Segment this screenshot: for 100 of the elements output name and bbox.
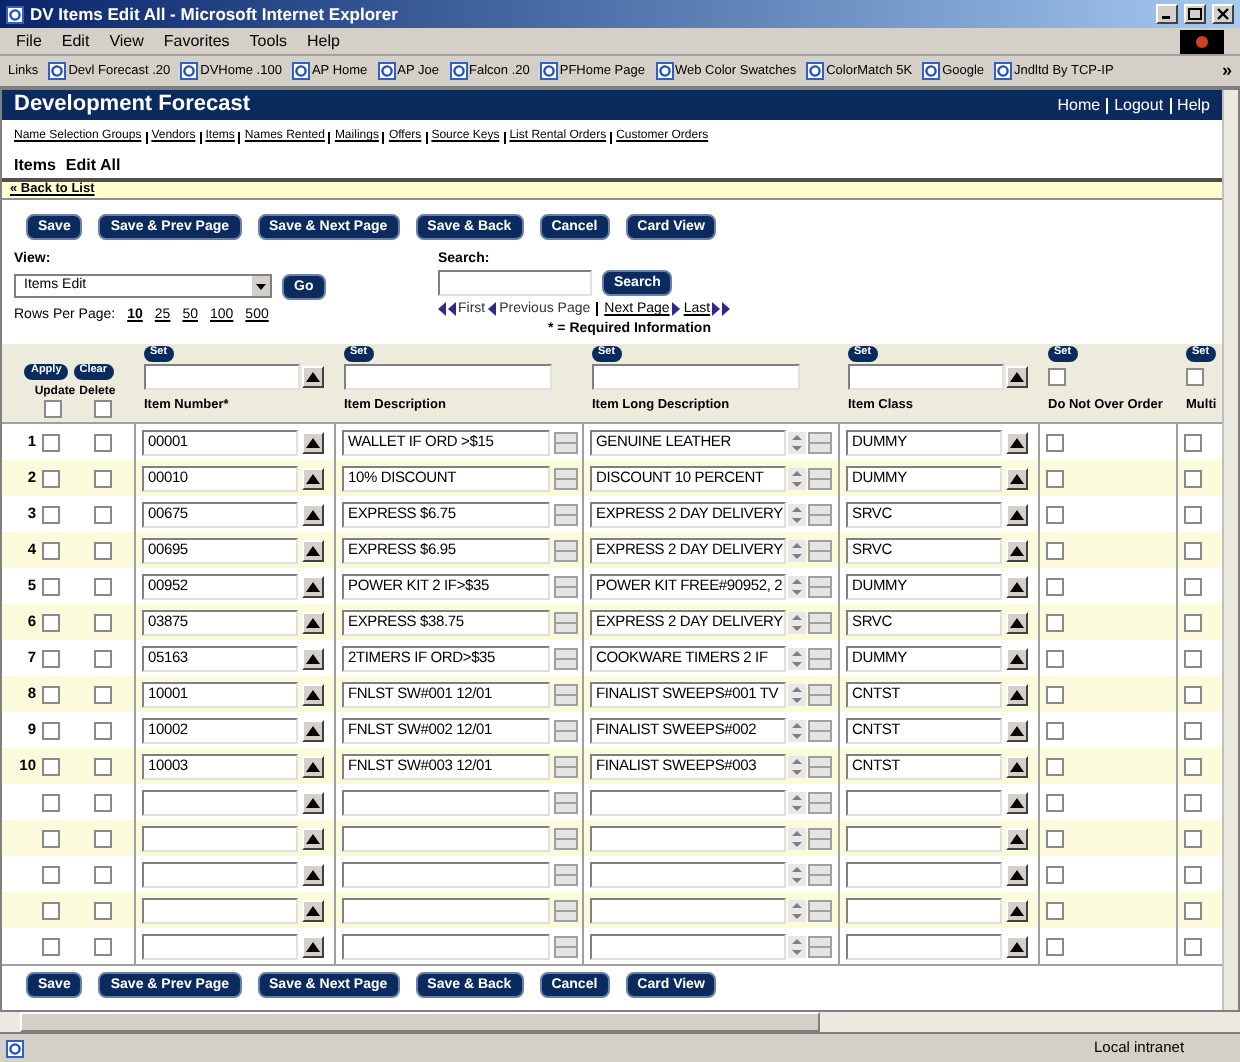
memo-button[interactable]: [808, 431, 832, 453]
checkbox[interactable]: [94, 649, 112, 667]
checkbox[interactable]: [94, 865, 112, 883]
input-field[interactable]: [590, 825, 786, 851]
lookup-button[interactable]: [1006, 647, 1028, 669]
checkbox[interactable]: [42, 649, 60, 667]
memo-button[interactable]: [554, 611, 578, 633]
checkbox[interactable]: [94, 505, 112, 523]
checkbox[interactable]: [1184, 865, 1202, 883]
memo-button[interactable]: [808, 863, 832, 885]
spinner-icon[interactable]: [788, 431, 806, 453]
input-field[interactable]: [142, 861, 298, 887]
memo-button[interactable]: [554, 431, 578, 453]
checkbox[interactable]: [1046, 505, 1064, 523]
checkbox[interactable]: [94, 613, 112, 631]
checkbox[interactable]: [1046, 865, 1064, 883]
spinner-icon[interactable]: [788, 791, 806, 813]
input-field[interactable]: [144, 364, 300, 390]
checkbox[interactable]: [1184, 793, 1202, 811]
horizontal-scrollbar[interactable]: [0, 1012, 1240, 1032]
lookup-button[interactable]: [1006, 467, 1028, 489]
checkbox[interactable]: [42, 577, 60, 595]
checkbox[interactable]: [42, 937, 60, 955]
lookup-button[interactable]: [1006, 539, 1028, 561]
lookup-button[interactable]: [302, 863, 324, 885]
checkbox[interactable]: [1184, 577, 1202, 595]
memo-button[interactable]: [554, 539, 578, 561]
checkbox[interactable]: [1046, 901, 1064, 919]
menu-item[interactable]: Help: [306, 29, 340, 53]
menu-item[interactable]: View: [109, 29, 144, 53]
checkbox[interactable]: [42, 865, 60, 883]
memo-button[interactable]: [808, 755, 832, 777]
arrow-icon[interactable]: [487, 302, 498, 316]
checkbox[interactable]: [94, 577, 112, 595]
input-field[interactable]: [590, 861, 786, 887]
more-links-button[interactable]: »: [1221, 57, 1232, 85]
checkbox[interactable]: [94, 901, 112, 919]
checkbox[interactable]: [42, 469, 60, 487]
checkbox[interactable]: [1046, 757, 1064, 775]
lookup-button[interactable]: [1006, 431, 1028, 453]
double-arrow-icon[interactable]: [712, 302, 731, 316]
memo-button[interactable]: [554, 863, 578, 885]
checkbox[interactable]: [1184, 541, 1202, 559]
spinner-icon[interactable]: [788, 647, 806, 669]
lookup-button[interactable]: [302, 539, 324, 561]
lookup-button[interactable]: [1006, 611, 1028, 633]
memo-button[interactable]: [554, 503, 578, 525]
checkbox[interactable]: [1046, 541, 1064, 559]
checkbox[interactable]: [42, 829, 60, 847]
spinner-icon[interactable]: [788, 827, 806, 849]
checkbox[interactable]: [1046, 721, 1064, 739]
memo-button[interactable]: [554, 899, 578, 921]
spinner-icon[interactable]: [788, 899, 806, 921]
checkbox[interactable]: [1046, 613, 1064, 631]
checkbox[interactable]: [94, 937, 112, 955]
input-field[interactable]: [846, 897, 1002, 923]
lookup-button[interactable]: [302, 503, 324, 525]
header-link[interactable]: Logout: [1114, 93, 1164, 117]
lookup-button[interactable]: [302, 683, 324, 705]
vertical-scrollbar[interactable]: [1222, 90, 1238, 1010]
lookup-button[interactable]: [1006, 935, 1028, 957]
menu-item[interactable]: Edit: [61, 29, 90, 53]
input-field[interactable]: [344, 364, 552, 390]
spinner-icon[interactable]: [788, 539, 806, 561]
spinner-icon[interactable]: [788, 863, 806, 885]
spinner-icon[interactable]: [788, 611, 806, 633]
memo-button[interactable]: [554, 467, 578, 489]
checkbox[interactable]: [94, 793, 112, 811]
checkbox[interactable]: [1184, 829, 1202, 847]
memo-button[interactable]: [554, 755, 578, 777]
checkbox[interactable]: [1048, 368, 1066, 386]
checkbox[interactable]: [43, 399, 61, 417]
lookup-button[interactable]: [1006, 719, 1028, 741]
checkbox[interactable]: [1046, 649, 1064, 667]
checkbox[interactable]: [1184, 757, 1202, 775]
spinner-icon[interactable]: [788, 467, 806, 489]
menu-item[interactable]: Tools: [249, 29, 287, 53]
lookup-button[interactable]: [302, 467, 324, 489]
checkbox[interactable]: [1046, 469, 1064, 487]
memo-button[interactable]: [808, 827, 832, 849]
memo-button[interactable]: [808, 467, 832, 489]
input-field[interactable]: [342, 825, 550, 851]
lookup-button[interactable]: [302, 611, 324, 633]
checkbox[interactable]: [1184, 685, 1202, 703]
checkbox[interactable]: [42, 433, 60, 451]
spinner-icon[interactable]: [788, 935, 806, 957]
memo-button[interactable]: [554, 575, 578, 597]
checkbox[interactable]: [1184, 613, 1202, 631]
checkbox[interactable]: [94, 685, 112, 703]
checkbox[interactable]: [42, 901, 60, 919]
memo-button[interactable]: [808, 791, 832, 813]
search-field[interactable]: [438, 270, 592, 296]
input-field[interactable]: [846, 933, 1002, 959]
lookup-button[interactable]: [302, 827, 324, 849]
double-arrow-icon[interactable]: [438, 302, 456, 316]
spinner-icon[interactable]: [788, 719, 806, 741]
memo-button[interactable]: [808, 899, 832, 921]
checkbox[interactable]: [1046, 793, 1064, 811]
lookup-button[interactable]: [1006, 575, 1028, 597]
spinner-icon[interactable]: [788, 575, 806, 597]
